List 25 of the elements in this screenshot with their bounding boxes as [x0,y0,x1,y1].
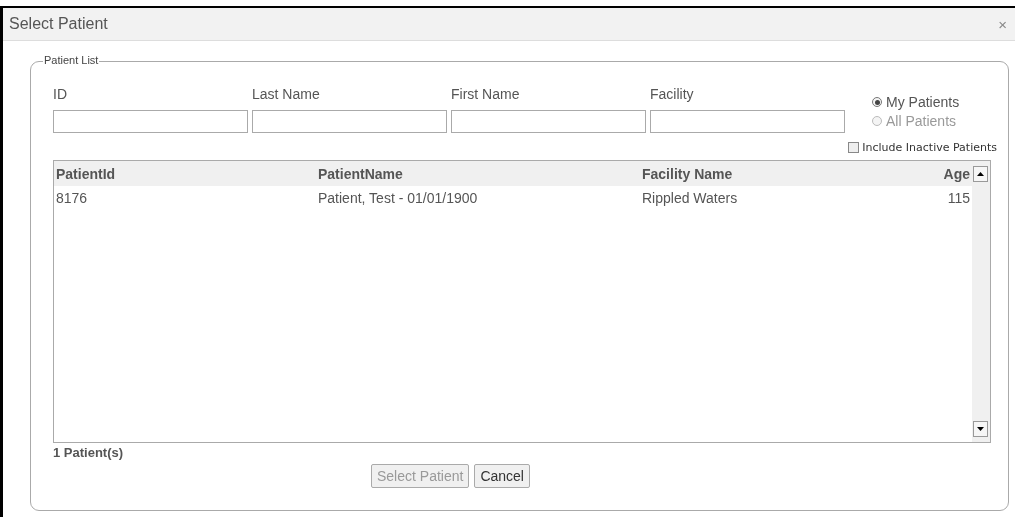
column-header[interactable]: PatientId [54,165,316,182]
patient-count: 1 Patient(s) [53,445,125,460]
field-label: Last Name [252,86,321,104]
table-cell-text: 8176 [55,190,89,206]
field-label: Facility [650,86,695,104]
input-field[interactable] [650,110,845,133]
close-button[interactable]: × [998,15,1007,33]
input-field[interactable] [53,110,248,133]
scroll-down-icon[interactable] [973,421,988,437]
field-label: First Name [451,86,521,104]
table-cell-text: Patient, Test - 01/01/1900 [317,190,479,206]
input-field[interactable] [252,110,447,133]
scrollbar[interactable] [972,161,990,442]
column-header[interactable]: PatientName [316,165,640,182]
column-header[interactable]: Facility Name [640,165,900,182]
input-field[interactable] [451,110,646,133]
field-label: ID [53,86,68,104]
scroll-up-icon[interactable] [973,166,988,182]
window-title: Select Patient [9,15,108,33]
table-cell-text: Rippled Waters [641,190,739,206]
scope-radio[interactable]: My Patients [872,94,960,110]
panel-legend: Patient List [43,54,100,66]
column-header[interactable]: Age [900,165,970,182]
table-cell-text: 115 [946,190,970,206]
dialog-button[interactable]: Cancel [474,464,530,488]
